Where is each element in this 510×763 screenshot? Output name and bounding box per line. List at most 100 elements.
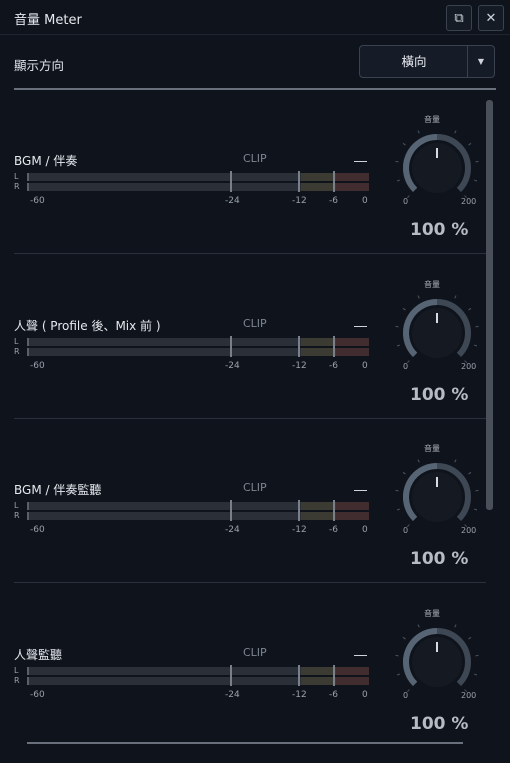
knob-tick [417,459,420,463]
volume-knob-label: 音量 [424,115,440,124]
knob-tick [396,673,401,675]
channel-list: BGM / 伴奏 CLIP L R -60 -24 -12 -6 0 音量 0 200 100 % 人聲 … [0,90,510,745]
meter-tick [298,171,300,192]
channel-section: 人聲監聽 CLIP L R -60 -24 -12 -6 0 音量 0 200 100 % [0,584,486,746]
close-button[interactable]: ✕ [478,5,504,31]
knob-max-label: 200 [461,361,477,371]
scale-label: -24 [225,196,240,206]
left-channel-label: L [14,501,19,510]
scale-label: -6 [329,196,338,206]
clip-indicator: CLIP [243,152,267,165]
left-level-bar [27,173,369,181]
knob-tick [417,130,420,134]
volume-knob-label: 音量 [424,608,440,618]
channel-label: BGM / 伴奏 [14,154,78,168]
channel-label: 人聲 ( Profile 後、Mix 前 ) [14,318,161,333]
peak-zone [336,337,369,346]
channel-section: 人聲 ( Profile 後、Mix 前 ) CLIP L R -60 -24 -12 -6 0… [0,255,486,419]
meter-tick [298,335,300,357]
left-level-bar [27,337,369,346]
knob-tick [468,307,472,310]
knob-max-label: 200 [461,197,477,206]
chevron-down-icon[interactable]: ▼ [468,46,494,77]
volume-percent: 100 % [410,220,469,240]
channel-label: 人聲監聽 [14,647,63,662]
knob-tick [468,142,472,146]
warning-zone [301,183,336,191]
peak-zone [336,347,369,356]
clip-indicator: CLIP [243,645,267,659]
meter-tick [298,664,300,686]
meter-tick [333,500,335,521]
scale-label: -12 [292,196,307,206]
knob-tick [468,636,472,639]
volume-knob-label: 音量 [424,279,440,289]
peak-zone [336,173,369,181]
scale-label: 0 [362,525,368,535]
scale-label: -6 [329,689,338,700]
knob-tick [473,344,478,346]
title-bar: 音量 Meter ⧉ ✕ [0,0,510,35]
scale-label: -12 [292,360,307,371]
knob-tick [454,459,457,463]
warning-zone [301,173,336,181]
knob-tick [402,142,406,146]
knob-min-label: 0 [403,690,409,700]
scale-label: -12 [292,689,307,700]
right-channel-label: R [14,675,20,685]
meter-tick [333,664,335,686]
left-channel-label: L [14,172,19,181]
knob-tick [396,344,401,346]
warning-zone [301,676,336,685]
left-channel-label: L [14,665,19,675]
scale-label: 0 [362,360,368,371]
peak-zone [336,183,369,191]
direction-dropdown[interactable]: 橫向 ▼ [359,45,495,78]
channel-section: BGM / 伴奏監聽 CLIP L R -60 -24 -12 -6 0 音量 0 200 100 % [0,419,486,583]
knob-tick [473,179,478,182]
meter-tick [230,335,232,357]
warning-zone [301,502,336,510]
meter-tick [230,500,232,521]
volume-knob-label: 音量 [424,444,440,453]
peak-zone [336,512,369,520]
knob-tick [417,623,420,627]
knob-max-label: 200 [461,690,477,700]
right-level-bar [27,676,369,685]
knob-tick [473,508,478,511]
scale-label: -24 [225,525,240,535]
direction-label: 顯示方向 [14,58,65,73]
scale-label: -24 [225,360,240,371]
meter-tick [230,664,232,686]
left-level-bar [27,666,369,675]
popout-button[interactable]: ⧉ [446,5,472,31]
window-title: 音量 Meter [14,13,82,28]
knob-min-label: 0 [403,361,409,371]
knob-tick [454,294,457,298]
knob-min-label: 0 [403,197,409,206]
volume-percent: 100 % [410,713,469,734]
volume-percent: 100 % [410,384,469,405]
bottom-divider [27,742,463,744]
scrollbar[interactable] [486,100,493,510]
warning-zone [301,347,336,356]
clip-indicator: CLIP [243,316,267,330]
right-channel-label: R [14,511,20,520]
meter-tick [333,335,335,357]
clip-indicator: CLIP [243,481,267,494]
scale-label: -60 [30,525,45,535]
channel-label: BGM / 伴奏監聽 [14,483,102,497]
knob-tick [396,508,401,511]
knob-tick [402,636,406,639]
scale-label: -60 [30,689,45,700]
popout-icon: ⧉ [454,11,464,26]
scale-label: -6 [329,360,338,371]
right-level-bar [27,183,369,191]
knob-max-label: 200 [461,526,477,535]
left-level-bar [27,502,369,510]
volume-percent: 100 % [410,549,469,569]
direction-value[interactable]: 橫向 [360,46,468,77]
channel-section: BGM / 伴奏 CLIP L R -60 -24 -12 -6 0 音量 0 200 100 % [0,90,486,254]
warning-zone [301,512,336,520]
knob-tick [468,471,472,475]
